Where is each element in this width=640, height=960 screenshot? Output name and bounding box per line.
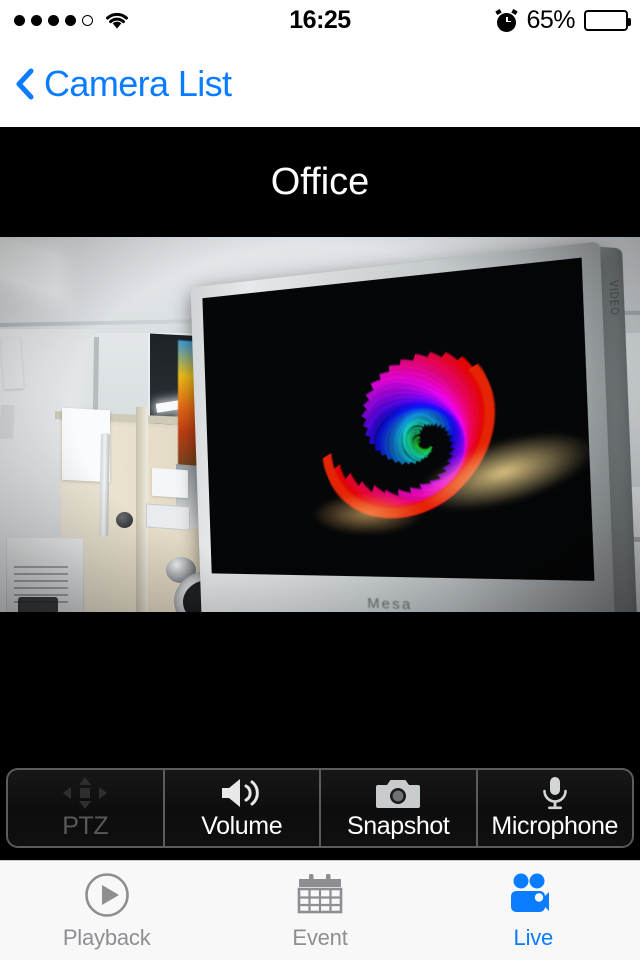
tab-event[interactable]: Event <box>213 861 426 960</box>
microphone-button-label: Microphone <box>491 811 619 840</box>
status-bar-right: 65% <box>495 0 631 40</box>
alarm-clock-icon <box>495 8 519 32</box>
live-video-image: Mesa VIDEO <box>0 237 640 612</box>
camera-title: Office <box>270 160 370 203</box>
snapshot-button[interactable]: Snapshot <box>321 770 478 846</box>
microphone-button[interactable]: Microphone <box>477 770 632 846</box>
speaker-icon <box>218 776 266 810</box>
live-video-frame[interactable]: Mesa VIDEO <box>0 237 640 612</box>
camera-icon <box>376 776 421 810</box>
tab-live[interactable]: Live <box>427 861 640 960</box>
back-button[interactable]: Camera List <box>16 62 232 105</box>
back-button-label: Camera List <box>44 62 232 104</box>
chevron-left-icon <box>16 68 34 100</box>
snapshot-button-label: Snapshot <box>347 811 450 840</box>
microphone-icon <box>540 776 570 810</box>
tab-live-label: Live <box>513 924 554 950</box>
status-bar: 16:25 65% <box>0 0 640 40</box>
video-stage[interactable]: Office Mesa VIDEO <box>0 127 640 860</box>
play-circle-icon <box>84 871 130 919</box>
volume-button[interactable]: Volume <box>164 770 321 846</box>
ptz-dpad-icon <box>62 776 108 810</box>
tab-playback-label: Playback <box>62 924 151 950</box>
monitor-side-label: VIDEO <box>606 279 621 317</box>
camera-control-toolbar: PTZ Volume Snapshot Microphone <box>8 770 632 846</box>
bottom-tab-bar: Playback Event Live <box>0 860 640 960</box>
tab-event-label: Event <box>292 924 348 950</box>
computer-monitor: Mesa VIDEO <box>190 241 638 612</box>
battery-icon <box>584 9 631 31</box>
battery-percent-label: 65% <box>526 5 575 34</box>
calendar-icon <box>295 871 345 919</box>
navigation-bar: Camera List <box>0 40 640 127</box>
volume-button-label: Volume <box>201 811 283 840</box>
ptz-button-label: PTZ <box>62 811 109 840</box>
tab-playback[interactable]: Playback <box>0 861 213 960</box>
video-camera-icon <box>506 871 560 919</box>
ptz-button[interactable]: PTZ <box>8 770 165 846</box>
monitor-screen <box>202 257 595 581</box>
